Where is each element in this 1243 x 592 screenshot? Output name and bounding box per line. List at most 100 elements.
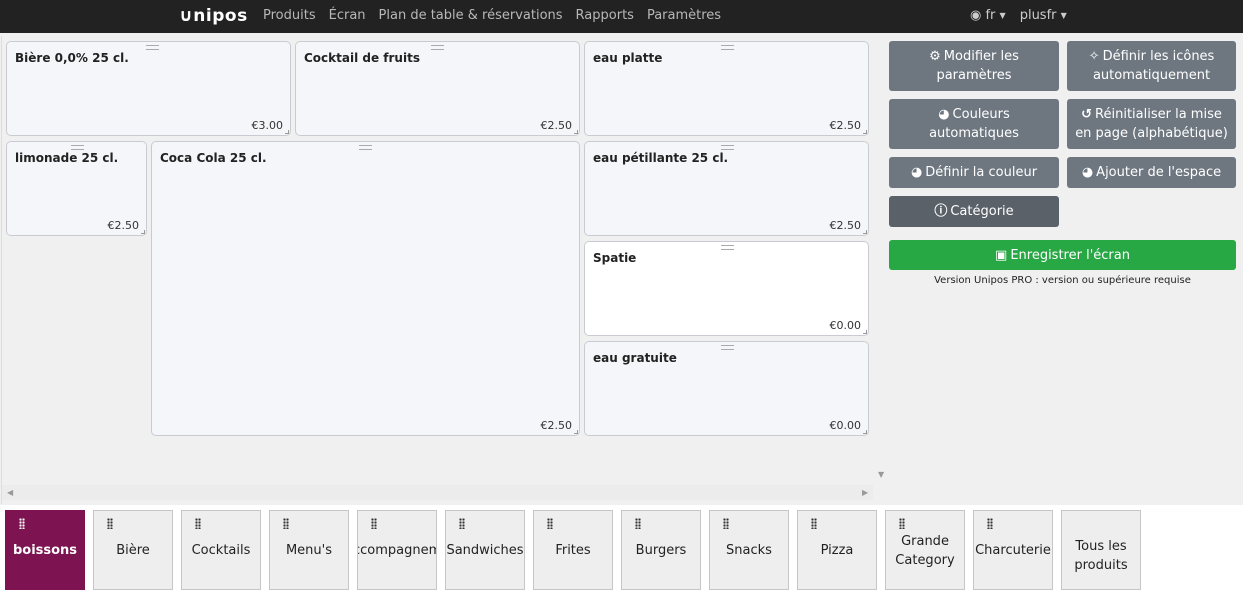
language-dropdown[interactable]: ◉ fr ▼	[970, 8, 1006, 23]
category-label: Catégorie	[950, 204, 1014, 219]
product-price: €2.50	[107, 219, 140, 232]
drag-handle-icon[interactable]	[723, 518, 729, 529]
drag-handle-icon[interactable]	[721, 245, 734, 250]
category-label: Grande Category	[895, 534, 955, 568]
category-grande-category[interactable]: Grande Category	[885, 510, 965, 590]
drag-handle-icon[interactable]	[721, 145, 734, 150]
nav-parametres[interactable]: Paramètres	[647, 8, 721, 23]
product-tile[interactable]: limonade 25 cl. €2.50	[6, 141, 147, 236]
save-screen-button[interactable]: ▣ Enregistrer l'écran	[889, 240, 1236, 270]
product-tile[interactable]: eau pétillante 25 cl. €2.50	[584, 141, 869, 236]
category-pizza[interactable]: Pizza	[797, 510, 877, 590]
language-value: fr	[985, 8, 996, 23]
resize-handle-icon[interactable]	[863, 430, 867, 434]
scroll-down-icon[interactable]: ▼	[878, 470, 884, 479]
set-color-button[interactable]: ◕ Définir la couleur	[889, 157, 1059, 188]
category-label: boissons	[12, 542, 78, 558]
product-name: Spatie	[593, 251, 637, 265]
product-name: limonade 25 cl.	[15, 151, 119, 165]
category-label: Burgers	[635, 542, 687, 558]
globe-icon: ◉	[970, 8, 982, 23]
drag-handle-icon[interactable]	[547, 518, 553, 529]
product-name: Coca Cola 25 cl.	[160, 151, 267, 165]
drag-handle-icon[interactable]	[721, 45, 734, 50]
category-cocktails[interactable]: Cocktails	[181, 510, 261, 590]
modify-params-button[interactable]: ⚙ Modifier les paramètres	[889, 41, 1059, 91]
category-burgers[interactable]: Burgers	[621, 510, 701, 590]
category-snacks[interactable]: Snacks	[709, 510, 789, 590]
horizontal-scrollbar[interactable]: ◀ ▶	[2, 485, 873, 500]
drag-handle-icon[interactable]	[431, 45, 444, 50]
category-charcuterie[interactable]: Charcuterie	[973, 510, 1053, 590]
product-tile[interactable]: Cocktail de fruits €2.50	[295, 41, 580, 136]
drag-handle-icon[interactable]	[107, 518, 113, 529]
product-grid: Bière 0,0% 25 cl. €3.00 Cocktail de frui…	[1, 36, 889, 504]
resize-handle-icon[interactable]	[141, 230, 145, 234]
product-price: €2.50	[540, 419, 573, 432]
user-area: ◉ fr ▼ plusfr ▼	[970, 8, 1067, 23]
nav-plan-de-table[interactable]: Plan de table & réservations	[379, 8, 563, 23]
add-space-label: Ajouter de l'espace	[1096, 165, 1222, 180]
user-name: plusfr	[1019, 8, 1057, 23]
user-dropdown[interactable]: plusfr ▼	[1020, 8, 1067, 23]
category-label: accompagnements	[358, 542, 436, 558]
drag-handle-icon[interactable]	[146, 45, 159, 50]
product-price: €2.50	[540, 119, 573, 132]
product-tile[interactable]: eau gratuite €0.00	[584, 341, 869, 436]
category-boissons[interactable]: boissons	[5, 510, 85, 590]
product-tile[interactable]: Coca Cola 25 cl. €2.50	[151, 141, 580, 436]
info-icon: ⓘ	[934, 204, 948, 219]
save-icon: ▣	[995, 247, 1008, 263]
scroll-right-icon[interactable]: ▶	[862, 488, 868, 497]
drag-handle-icon[interactable]	[987, 518, 993, 529]
gears-icon: ⚙	[929, 49, 941, 64]
magic-wand-icon: ✧	[1088, 49, 1100, 64]
nav-ecran[interactable]: Écran	[329, 8, 366, 23]
resize-handle-icon[interactable]	[285, 130, 289, 134]
product-tile[interactable]: Spatie €0.00	[584, 241, 869, 336]
resize-handle-icon[interactable]	[574, 130, 578, 134]
drag-handle-icon[interactable]	[19, 518, 25, 529]
nav-produits[interactable]: Produits	[263, 8, 316, 23]
drag-handle-icon[interactable]	[71, 145, 84, 150]
resize-handle-icon[interactable]	[863, 130, 867, 134]
category-accompagnements[interactable]: accompagnements	[357, 510, 437, 590]
resize-handle-icon[interactable]	[863, 330, 867, 334]
category-label: Charcuterie	[975, 542, 1051, 558]
resize-handle-icon[interactable]	[574, 430, 578, 434]
nav-rapports[interactable]: Rapports	[576, 8, 634, 23]
auto-colors-button[interactable]: ◕ Couleurs automatiques	[889, 99, 1059, 149]
resize-handle-icon[interactable]	[863, 230, 867, 234]
product-tile[interactable]: Bière 0,0% 25 cl. €3.00	[6, 41, 291, 136]
drag-handle-icon[interactable]	[371, 518, 377, 529]
category-frites[interactable]: Frites	[533, 510, 613, 590]
drag-handle-icon[interactable]	[811, 518, 817, 529]
product-price: €0.00	[829, 419, 862, 432]
drag-handle-icon[interactable]	[635, 518, 641, 529]
drag-handle-icon[interactable]	[899, 518, 905, 529]
vertical-scrollbar[interactable]: ▼	[873, 40, 890, 485]
product-name: Bière 0,0% 25 cl.	[15, 51, 129, 65]
drag-handle-icon[interactable]	[359, 145, 372, 150]
drag-handle-icon[interactable]	[195, 518, 201, 529]
unipos-logo[interactable]: ∪nipos	[179, 6, 248, 26]
palette-icon: ◕	[938, 107, 950, 122]
chevron-down-icon: ▼	[1060, 11, 1067, 20]
category-menus[interactable]: Menu's	[269, 510, 349, 590]
drag-handle-icon[interactable]	[459, 518, 465, 529]
reset-layout-button[interactable]: ↺ Réinitialiser la mise en page (alphabét…	[1067, 99, 1236, 149]
product-name: eau gratuite	[593, 351, 677, 365]
auto-icons-button[interactable]: ✧ Définir les icônes automatiquement	[1067, 41, 1236, 91]
category-button[interactable]: ⓘ Catégorie	[889, 196, 1059, 227]
category-tous-les-produits[interactable]: Tous les produits	[1061, 510, 1141, 590]
auto-icons-label: Définir les icônes automatiquement	[1092, 49, 1215, 83]
category-label: Snacks	[726, 542, 772, 558]
product-tile[interactable]: eau platte €2.50	[584, 41, 869, 136]
category-sandwiches[interactable]: Sandwiches	[445, 510, 525, 590]
scroll-left-icon[interactable]: ◀	[7, 488, 13, 497]
drag-handle-icon[interactable]	[721, 345, 734, 350]
add-space-button[interactable]: ◕ Ajouter de l'espace	[1067, 157, 1236, 188]
category-biere[interactable]: Bière	[93, 510, 173, 590]
category-label: Cocktails	[191, 542, 251, 558]
drag-handle-icon[interactable]	[283, 518, 289, 529]
